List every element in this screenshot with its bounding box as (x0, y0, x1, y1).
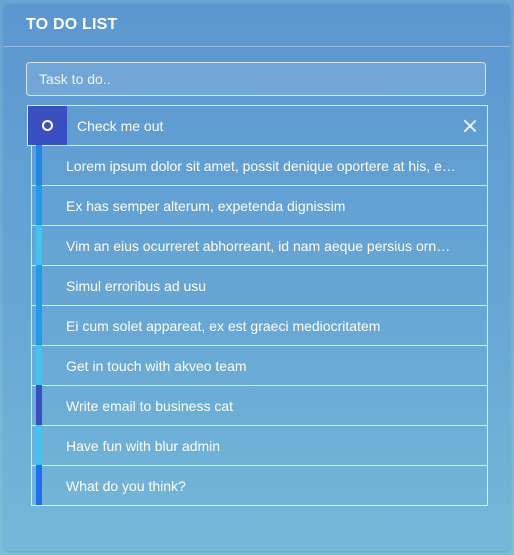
item-label: Check me out (77, 117, 164, 134)
task-input[interactable] (26, 62, 486, 96)
item-label: Ei cum solet appareat, ex est graeci med… (66, 317, 381, 334)
list-item[interactable]: Simul erroribus ad usu (31, 265, 488, 306)
item-color-marker[interactable] (36, 185, 42, 225)
list-item[interactable]: Ex has semper alterum, expetenda digniss… (31, 185, 488, 226)
list-item[interactable]: Get in touch with akveo team (31, 345, 488, 386)
item-label: Write email to business cat (66, 397, 234, 414)
list-item[interactable]: Ei cum solet appareat, ex est graeci med… (31, 305, 488, 346)
item-color-marker[interactable] (36, 305, 42, 345)
item-color-marker[interactable] (36, 425, 42, 465)
item-label: Lorem ipsum dolor sit amet, possit deniq… (66, 157, 456, 174)
item-color-marker[interactable] (36, 145, 42, 185)
list-item[interactable]: Write email to business cat (31, 385, 488, 426)
item-color-marker[interactable] (36, 225, 42, 265)
item-label: Ex has semper alterum, expetenda digniss… (66, 197, 346, 214)
todo-list: Check me out Lorem ipsum dolor sit amet,… (27, 105, 488, 506)
list-item[interactable]: What do you think? (31, 465, 488, 506)
item-label: Have fun with blur admin (66, 437, 221, 454)
item-label: What do you think? (66, 477, 186, 494)
item-color-marker[interactable] (36, 385, 42, 425)
close-icon[interactable] (463, 119, 477, 133)
item-color-marker[interactable] (36, 265, 42, 305)
item-color-marker[interactable] (36, 345, 42, 385)
item-color-marker[interactable] (36, 465, 42, 505)
list-item[interactable]: Lorem ipsum dolor sit amet, possit deniq… (31, 145, 488, 186)
todo-panel: TO DO LIST Check me out Lorem ipsum dolo… (4, 4, 510, 551)
panel-title: TO DO LIST (4, 4, 510, 47)
list-item[interactable]: Have fun with blur admin (31, 425, 488, 466)
item-label: Simul erroribus ad usu (66, 277, 207, 294)
item-label: Get in touch with akveo team (66, 357, 247, 374)
item-label: Vim an eius ocurreret abhorreant, id nam… (66, 237, 456, 254)
circle-icon (42, 120, 53, 131)
list-item[interactable]: Vim an eius ocurreret abhorreant, id nam… (31, 225, 488, 266)
checkbox[interactable] (28, 106, 67, 145)
list-item[interactable]: Check me out (27, 105, 488, 146)
